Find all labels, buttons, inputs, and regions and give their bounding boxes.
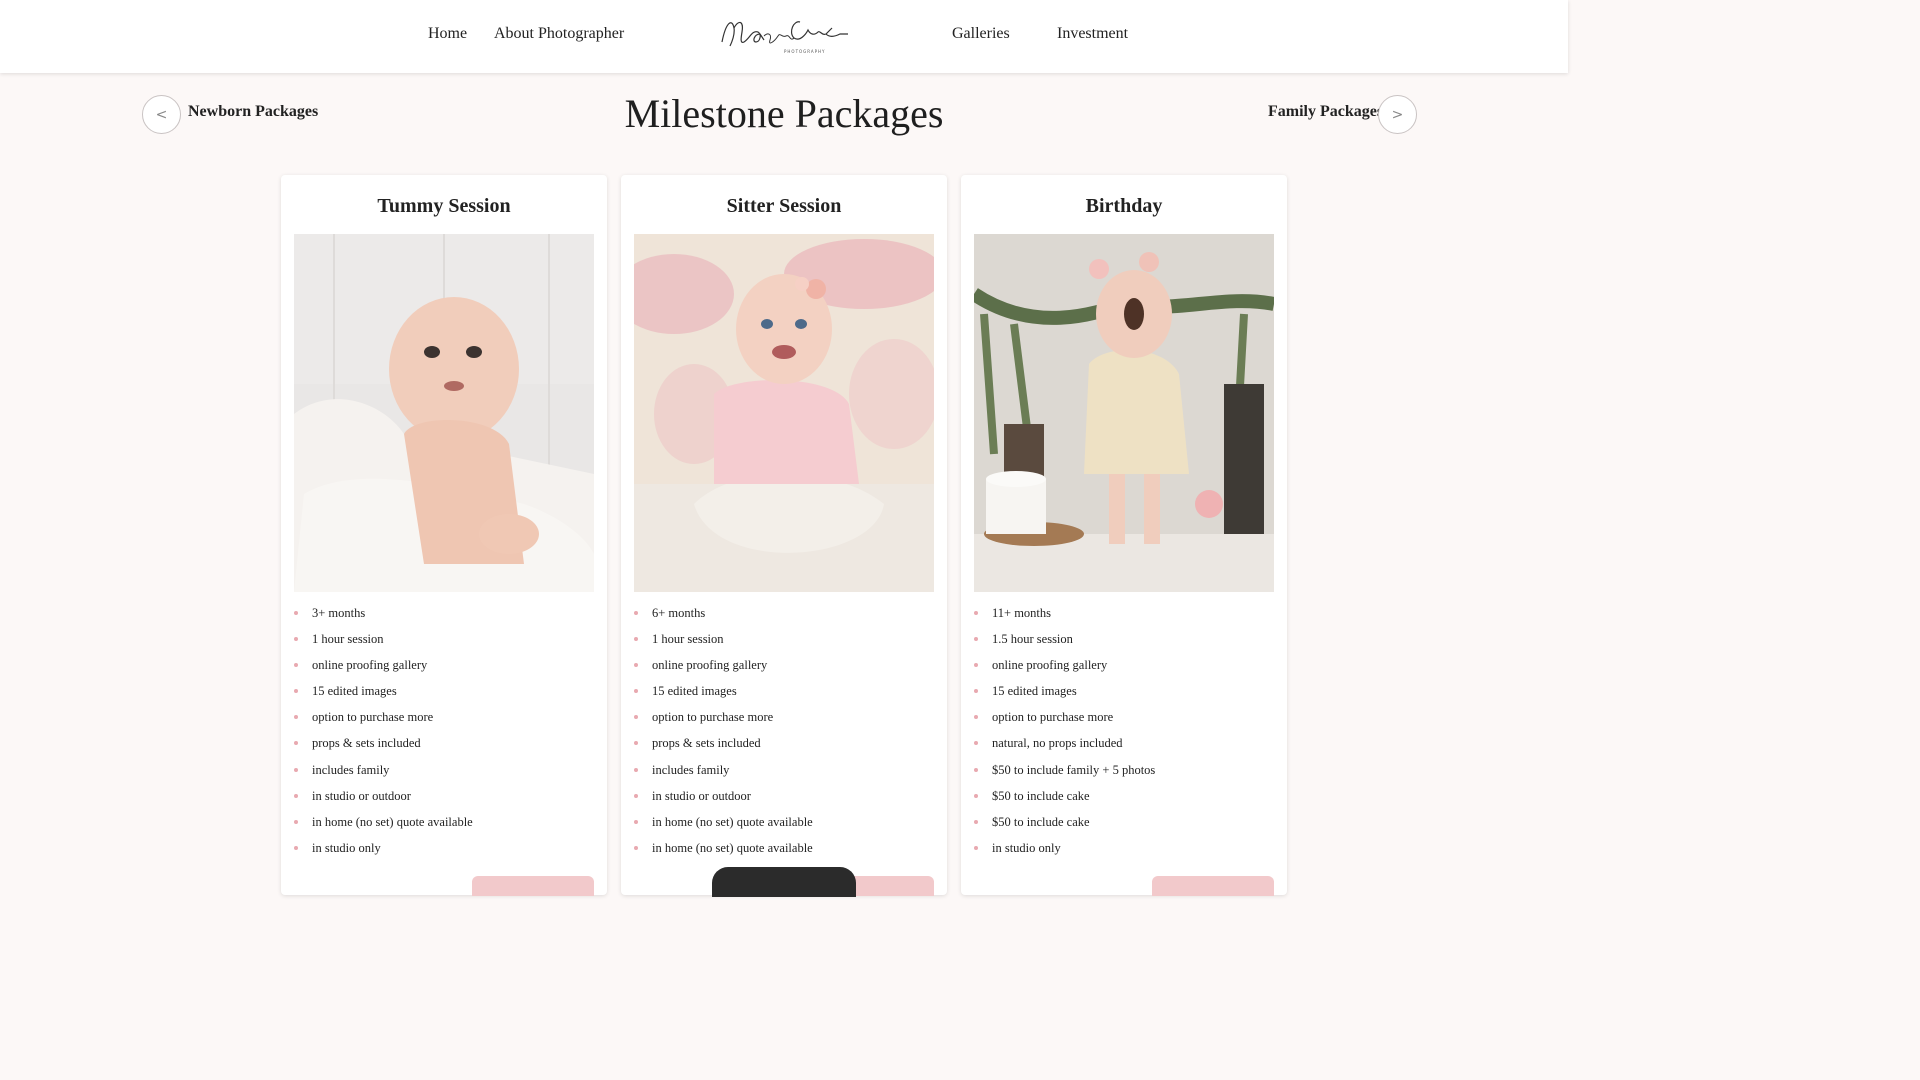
list-item: online proofing gallery (634, 655, 813, 681)
birthday-photo (974, 234, 1274, 592)
list-item: 1 hour session (634, 629, 813, 655)
next-arrow-button[interactable]: > (1378, 95, 1417, 134)
nav-investment[interactable]: Investment (1057, 25, 1128, 43)
brand-logo[interactable]: PHOTOGRAPHY (716, 12, 852, 58)
list-item: 11+ months (974, 603, 1155, 629)
nav-galleries[interactable]: Galleries (952, 25, 1010, 43)
logo-subtext: PHOTOGRAPHY (784, 49, 825, 54)
list-item: option to purchase more (634, 707, 813, 733)
list-item: in studio only (974, 838, 1155, 864)
list-item: 6+ months (634, 603, 813, 629)
list-item: 1.5 hour session (974, 629, 1155, 655)
list-item: 15 edited images (294, 681, 473, 707)
list-item: online proofing gallery (294, 655, 473, 681)
list-item: 1 hour session (294, 629, 473, 655)
list-item: 15 edited images (974, 681, 1155, 707)
nav-home[interactable]: Home (428, 25, 467, 43)
list-item: in home (no set) quote available (634, 838, 813, 864)
list-item: 3+ months (294, 603, 473, 629)
floating-toolbar[interactable] (712, 867, 856, 897)
card-title: Tummy Session (377, 195, 511, 217)
list-item: in home (no set) quote available (634, 812, 813, 838)
list-item: $50 to include cake (974, 786, 1155, 812)
chevron-right-icon: > (1391, 106, 1404, 123)
book-button-tummy[interactable] (472, 876, 594, 896)
list-item: includes family (294, 760, 473, 786)
list-item: in home (no set) quote available (294, 812, 473, 838)
list-item: props & sets included (634, 733, 813, 759)
list-item: option to purchase more (974, 707, 1155, 733)
list-item: in studio or outdoor (294, 786, 473, 812)
feature-list-birthday: 11+ months 1.5 hour session online proof… (974, 603, 1155, 864)
list-item: $50 to include family + 5 photos (974, 760, 1155, 786)
list-item: option to purchase more (294, 707, 473, 733)
book-button-birthday[interactable] (1152, 876, 1274, 896)
list-item: in studio only (294, 838, 473, 864)
feature-list-tummy: 3+ months 1 hour session online proofing… (294, 603, 473, 864)
list-item: $50 to include cake (974, 812, 1155, 838)
site-header: Home About Photographer PHOTOGRAPHY Gall… (0, 0, 1568, 73)
list-item: in studio or outdoor (634, 786, 813, 812)
list-item: props & sets included (294, 733, 473, 759)
card-title: Birthday (1085, 195, 1163, 217)
tummy-session-photo (294, 234, 594, 592)
nav-about-photographer[interactable]: About Photographer (494, 25, 624, 43)
feature-list-sitter: 6+ months 1 hour session online proofing… (634, 603, 813, 864)
sitter-session-photo (634, 234, 934, 592)
card-title: Sitter Session (726, 195, 842, 217)
list-item: 15 edited images (634, 681, 813, 707)
list-item: online proofing gallery (974, 655, 1155, 681)
list-item: natural, no props included (974, 733, 1155, 759)
list-item: includes family (634, 760, 813, 786)
family-packages-link[interactable]: Family Packages (1268, 103, 1383, 121)
